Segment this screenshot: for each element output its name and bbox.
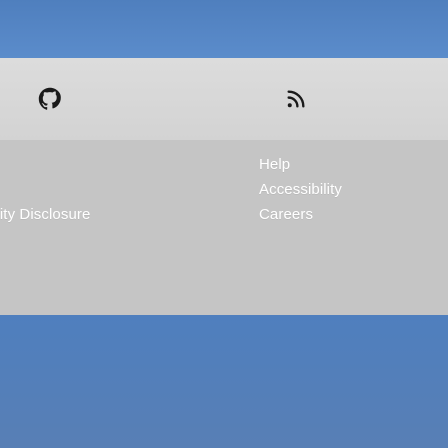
bottom-blue-band [0,315,448,448]
careers-link[interactable]: Careers [259,206,313,223]
disclosure-link[interactable]: ility Disclosure [0,206,90,223]
footer-links-area: Help Accessibility Careers ility Disclos… [0,140,448,315]
rss-icon[interactable] [282,85,310,113]
github-icon[interactable] [36,85,64,113]
help-link[interactable]: Help [259,156,290,173]
social-icons-strip [0,58,448,140]
accessibility-link[interactable]: Accessibility [259,181,342,198]
top-blue-band [0,0,448,58]
footer-links: Help Accessibility Careers ility Disclos… [0,140,448,315]
